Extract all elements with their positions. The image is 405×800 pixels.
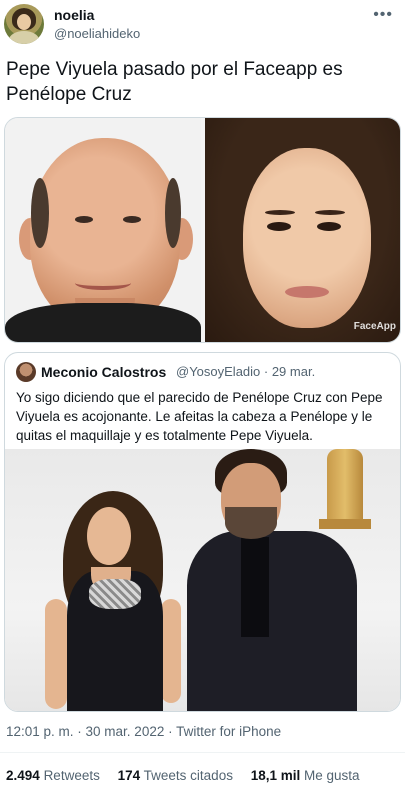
quoted-tweet-photo (5, 449, 400, 711)
quoted-tweet-text: Yo sigo diciendo que el parecido de Pené… (16, 390, 383, 443)
oscar-statue (327, 449, 363, 527)
tweet-media-image[interactable]: FaceApp (4, 117, 401, 343)
author-display-name[interactable]: noelia (54, 7, 94, 23)
quoted-author-avatar (16, 362, 36, 382)
likes-stat[interactable]: 18,1 mil Me gusta (251, 768, 360, 783)
quoted-tweet[interactable]: Meconio Calostros @YosoyEladio · 29 mar.… (4, 352, 401, 712)
author-avatar[interactable] (4, 4, 44, 44)
photo-right: FaceApp (205, 118, 400, 342)
quoted-author-name: Meconio Calostros (41, 364, 167, 380)
tweet-header: noelia @noeliahideko ••• (4, 4, 401, 46)
tweet-timestamp[interactable]: 12:01 p. m. · 30 mar. 2022 · Twitter for… (6, 724, 281, 739)
tweet-text: Pepe Viyuela pasado por el Faceapp es Pe… (6, 59, 343, 105)
author-handle[interactable]: @noeliahideko (54, 26, 140, 41)
more-options-icon[interactable]: ••• (373, 6, 393, 24)
faceapp-watermark: FaceApp (353, 321, 396, 332)
photo-left (5, 118, 201, 342)
quoted-author-meta: @YosoyEladio · 29 mar. (176, 364, 316, 379)
tweet-stats: 2.494 Retweets 174 Tweets citados 18,1 m… (6, 768, 374, 783)
quote-tweets-stat[interactable]: 174 Tweets citados (118, 768, 233, 783)
retweets-stat[interactable]: 2.494 Retweets (6, 768, 100, 783)
divider (0, 752, 405, 753)
